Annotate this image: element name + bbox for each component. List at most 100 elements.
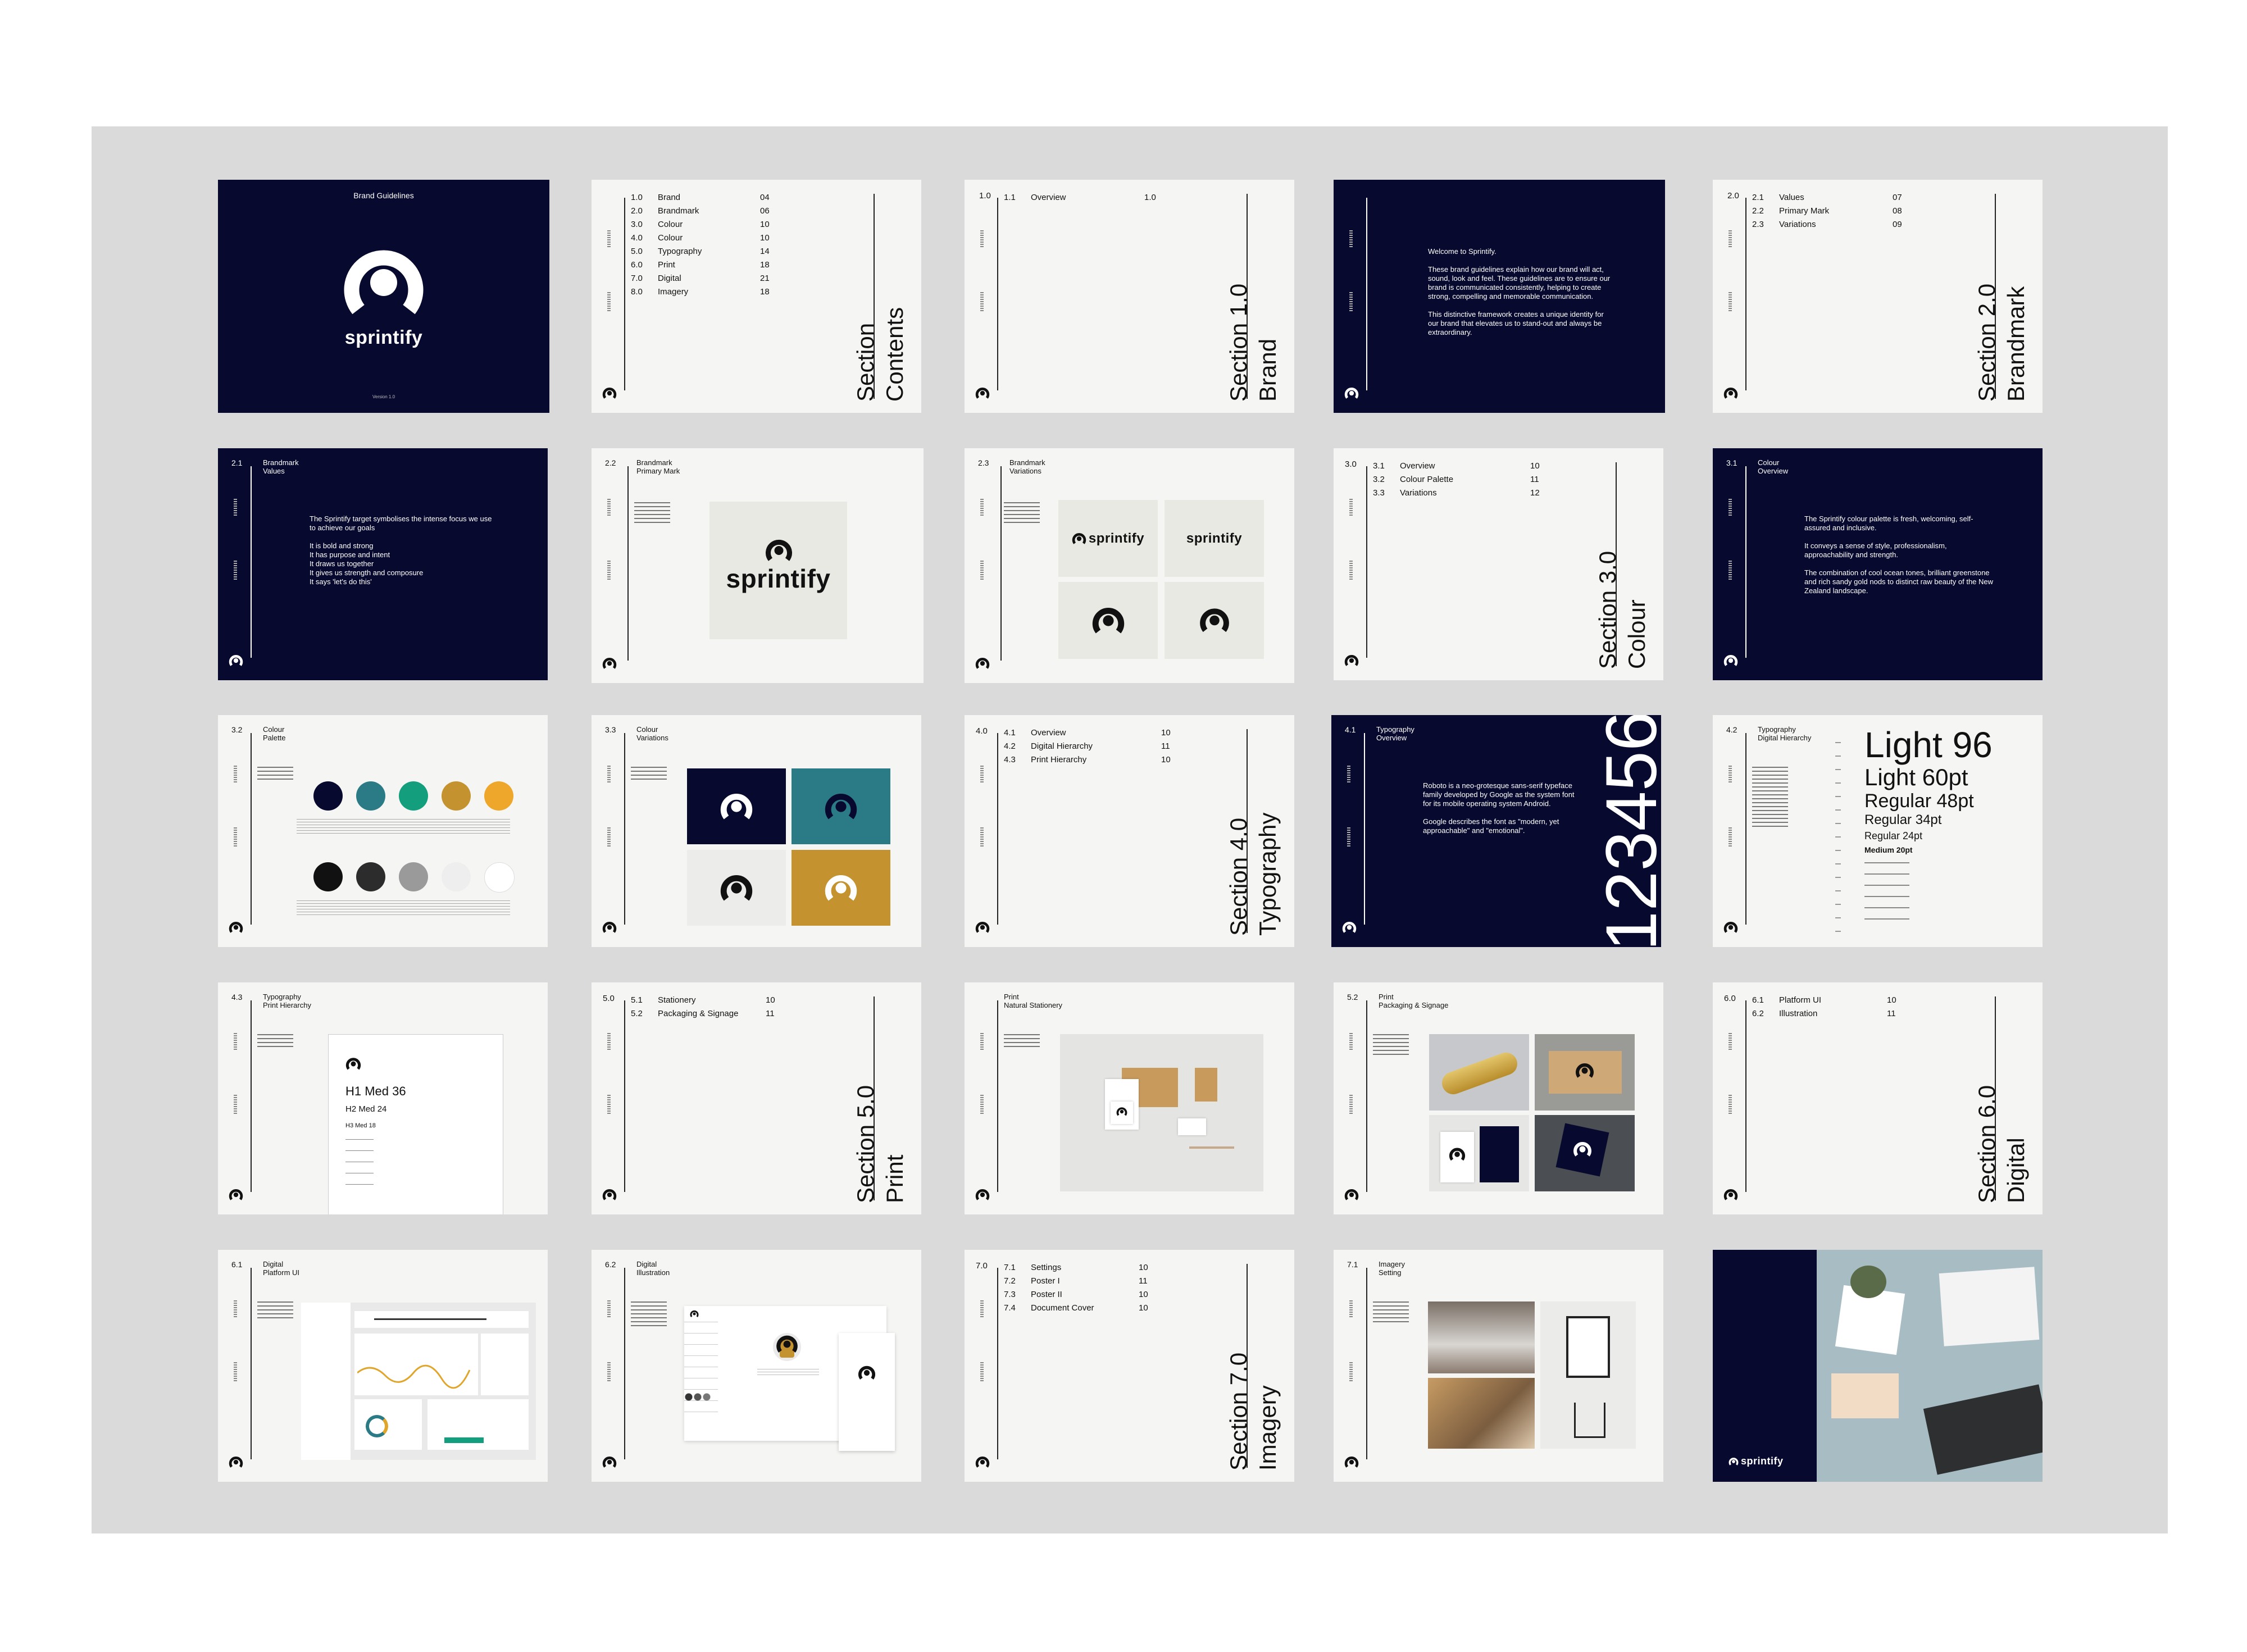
slide-colour-palette[interactable]: 3.2 Colour Palette xyxy=(218,715,548,947)
footer-mark-icon xyxy=(602,1187,617,1202)
section-number: 7.0 xyxy=(976,1261,988,1271)
slide-brandmark-values[interactable]: 2.1 Brandmark Values The Sprintify target… xyxy=(218,448,548,680)
section-number: 1.0 xyxy=(979,191,991,201)
footer-mark-icon xyxy=(1723,386,1738,401)
slide-section-6[interactable]: 6.0 6.1 Platform UI 10 6.2 Illustration 11 Se… xyxy=(1713,982,2043,1214)
slide-colour-variations[interactable]: 3.3 Colour Variations xyxy=(592,715,921,947)
brand-mark-icon xyxy=(858,1364,876,1382)
section-number: 3.0 xyxy=(1345,459,1357,469)
brand-mark-icon xyxy=(1198,605,1231,636)
toc-row[interactable]: 2.1 Values 07 xyxy=(1752,191,1909,204)
slide-section-4[interactable]: 4.0 4.1 Overview 10 4.2 Digital Hierarchy 11 4… xyxy=(965,715,1294,947)
swatch-gold xyxy=(442,781,471,811)
footer-mark-icon xyxy=(975,1455,990,1469)
footer-mark-icon xyxy=(975,920,990,935)
slide-colour-overview[interactable]: 3.1 Colour Overview The Sprintify colour … xyxy=(1713,448,2043,680)
platform-ui-mockup xyxy=(301,1303,536,1460)
toc-row[interactable]: 5.0 Typography 14 xyxy=(631,245,777,258)
swatch-orange xyxy=(484,781,513,811)
welcome-text: Welcome to Sprintify. These brand guidel… xyxy=(1428,247,1611,336)
toc-row[interactable]: 4.3 Print Hierarchy 10 xyxy=(1004,753,1184,767)
section-toc: 6.1 Platform UI 10 6.2 Illustration 11 xyxy=(1752,994,1932,1021)
slide-section-7[interactable]: 7.0 7.1 Settings 10 7.2 Poster I 11 7.3 Poster … xyxy=(965,1250,1294,1482)
imagery-photo-desk xyxy=(1428,1301,1535,1373)
section-toc: 3.1 Overview 10 3.2 Colour Palette 11 3.3 Varia… xyxy=(1373,459,1553,500)
toc-row[interactable]: 3.1 Overview 10 xyxy=(1373,459,1553,473)
packaging-photo-sign xyxy=(1535,1115,1635,1191)
toc-row[interactable]: 5.1 Stationery 10 xyxy=(631,994,811,1007)
brand-mark-icon xyxy=(330,240,437,325)
cover-title: Brand Guidelines xyxy=(353,191,414,200)
toc-row[interactable]: 5.2 Packaging & Signage 11 xyxy=(631,1007,811,1021)
toc-row[interactable]: 3.3 Variations 12 xyxy=(1373,486,1553,500)
toc-row[interactable]: 4.2 Digital Hierarchy 11 xyxy=(1004,740,1184,753)
slide-illustration[interactable]: 6.2 Digital Illustration xyxy=(592,1250,921,1482)
packaging-photo-box xyxy=(1535,1034,1635,1111)
slide-primary-mark[interactable]: 2.2 Brandmark Primary Mark sprintify xyxy=(592,448,924,683)
illustration-mobile xyxy=(839,1333,895,1451)
toc-row[interactable]: 4.1 Overview 10 xyxy=(1004,726,1184,740)
section-number: 6.0 xyxy=(1724,994,1736,1003)
toc-row[interactable]: 7.0 Digital 21 xyxy=(631,272,777,285)
footer-mark-icon xyxy=(1344,1187,1359,1202)
toc-row[interactable]: 3.2 Colour Palette 11 xyxy=(1373,473,1553,486)
final-logo-lockup: sprintify xyxy=(1729,1455,1784,1467)
slide-digital-hierarchy[interactable]: 4.2 Typography Digital Hierarchy Light 96… xyxy=(1713,715,2043,947)
slide-cover[interactable]: Brand Guidelines sprintify Version 1.0 xyxy=(218,180,549,413)
cover-wordmark: sprintify xyxy=(344,327,423,348)
slide-section-1[interactable]: 1.0 1.1 Overview 1.0 Section 1.0 Brand xyxy=(965,180,1294,413)
slide-platform-ui[interactable]: 6.1 Digital Platform UI xyxy=(218,1250,548,1482)
toc-row[interactable]: 2.0 Brandmark 06 xyxy=(631,204,777,218)
toc-row[interactable]: 8.0 Imagery 18 xyxy=(631,285,777,299)
footer-mark-icon xyxy=(1344,1455,1359,1469)
toc-row[interactable]: 6.1 Platform UI 10 xyxy=(1752,994,1932,1007)
toc-row[interactable]: 3.0 Colour 10 xyxy=(631,218,777,231)
brand-mark-icon xyxy=(1729,1457,1739,1467)
footer-mark-icon xyxy=(975,656,990,671)
stationery-mockup xyxy=(1060,1034,1263,1191)
slide-board: Brand Guidelines sprintify Version 1.0 1… xyxy=(92,126,2168,1533)
toc-row[interactable]: 2.3 Variations 09 xyxy=(1752,218,1909,231)
toc-row[interactable]: 7.3 Poster II 10 xyxy=(1004,1288,1184,1301)
slide-stationery[interactable]: Print Natural Stationery xyxy=(965,982,1294,1214)
footer-mark-icon xyxy=(975,1187,990,1202)
slide-section-5[interactable]: 5.0 5.1 Stationery 10 5.2 Packaging & Signag… xyxy=(592,982,921,1214)
footer-mark-icon xyxy=(229,653,243,668)
slide-final-cover[interactable]: sprintify xyxy=(1713,1250,2043,1482)
type-scale: Light 96 Light 60pt Regular 48pt Regular… xyxy=(1864,725,1993,854)
slide-welcome[interactable]: Welcome to Sprintify. These brand guidel… xyxy=(1334,180,1665,413)
swatch-black xyxy=(313,862,343,891)
slide-section-2[interactable]: 2.0 2.1 Values 07 2.2 Primary Mark 08 2.3 Varia… xyxy=(1713,180,2043,413)
slide-packaging[interactable]: 5.2 Print Packaging & Signage xyxy=(1334,982,1663,1214)
footer-mark-icon xyxy=(602,920,617,935)
imagery-photo-frame xyxy=(1540,1301,1636,1449)
toc-row[interactable]: 7.2 Poster I 11 xyxy=(1004,1275,1184,1288)
slide-imagery-setting[interactable]: 7.1 Imagery Setting xyxy=(1334,1250,1663,1482)
toc-row[interactable]: 4.0 Colour 10 xyxy=(631,231,777,245)
slide-contents[interactable]: 1.0 Brand 04 2.0 Brandmark 06 3.0 Colour 10 4.0 Co… xyxy=(592,180,921,413)
brand-mark-icon xyxy=(1575,1061,1594,1080)
slide-print-hierarchy[interactable]: 4.3 Typography Print Hierarchy H1 Med 36 … xyxy=(218,982,548,1214)
brand-mark-icon xyxy=(763,536,794,565)
brand-mark-icon xyxy=(1116,1106,1127,1117)
primary-mark-tile: sprintify xyxy=(709,502,847,639)
brand-mark-icon xyxy=(821,790,861,823)
brand-mark-icon xyxy=(716,871,757,905)
values-line: It gives us strength and composure xyxy=(310,568,424,577)
toc-row[interactable]: 1.0 Brand 04 xyxy=(631,191,777,204)
brand-mark-icon xyxy=(776,1333,798,1355)
toc-row[interactable]: 1.1 Overview 1.0 xyxy=(1004,191,1172,204)
swatch-navy xyxy=(313,781,343,811)
slide-variations[interactable]: 2.3 Brandmark Variations sprintify sprint… xyxy=(965,448,1294,683)
footer-mark-icon xyxy=(229,1455,243,1469)
toc-row[interactable]: 2.2 Primary Mark 08 xyxy=(1752,204,1909,218)
slide-typography-overview[interactable]: 4.1 Typography Overview Roboto is a neo-g… xyxy=(1331,715,1661,947)
toc-row[interactable]: 6.0 Print 18 xyxy=(631,258,777,272)
toc-row[interactable]: 7.4 Document Cover 10 xyxy=(1004,1301,1184,1315)
toc-row[interactable]: 6.2 Illustration 11 xyxy=(1752,1007,1932,1021)
footer-mark-icon xyxy=(1723,1187,1738,1202)
contents-list: 1.0 Brand 04 2.0 Brandmark 06 3.0 Colour 10 4.0 Co… xyxy=(631,191,777,299)
swatch-grey xyxy=(399,862,428,891)
toc-row[interactable]: 7.1 Settings 10 xyxy=(1004,1261,1184,1275)
slide-section-3[interactable]: 3.0 3.1 Overview 10 3.2 Colour Palette 11 3.3 V… xyxy=(1334,448,1663,680)
